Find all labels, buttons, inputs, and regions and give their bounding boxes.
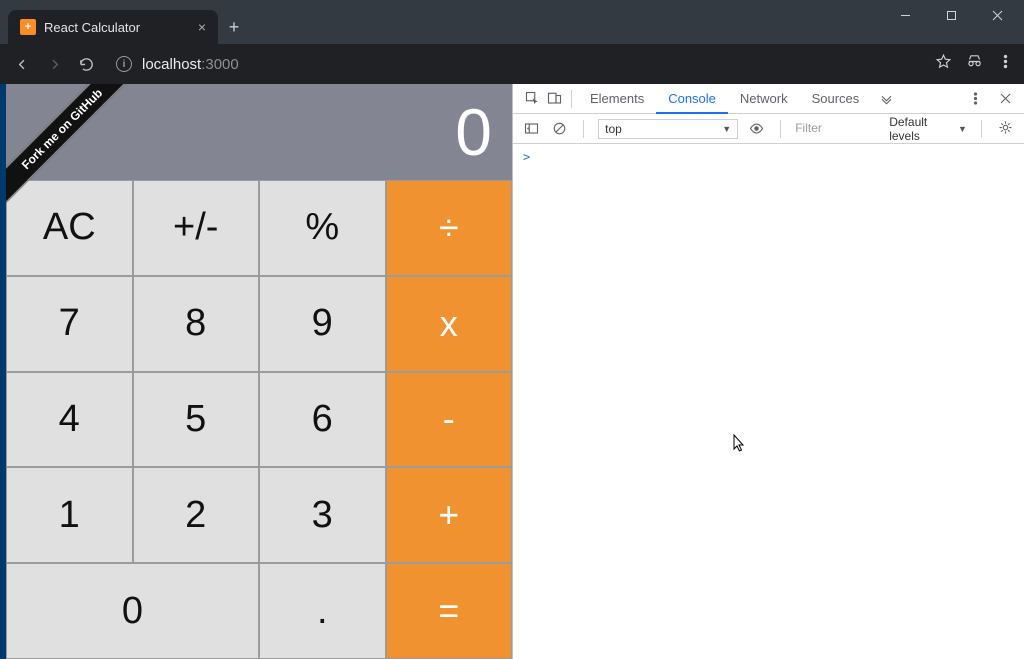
inspect-element-icon[interactable] <box>521 84 543 114</box>
devtools-tab-elements[interactable]: Elements <box>578 84 656 114</box>
log-levels-selector[interactable]: Default levels ▼ <box>889 115 967 143</box>
tab-favicon: + <box>20 19 36 35</box>
devtools-tab-console[interactable]: Console <box>656 84 728 114</box>
tab-strip: + React Calculator × + <box>0 0 1024 44</box>
context-selected-label: top <box>605 122 622 136</box>
dropdown-triangle-icon: ▼ <box>958 124 967 134</box>
browser-menu-icon[interactable] <box>997 53 1014 75</box>
window-close-button[interactable] <box>974 0 1020 30</box>
reload-button[interactable] <box>74 52 98 76</box>
close-tab-icon[interactable]: × <box>198 19 206 35</box>
page-viewport: Fork me on GitHub 0 AC +/- % ÷ 7 8 9 x <box>0 84 512 659</box>
url-port: :3000 <box>201 56 239 73</box>
console-sidebar-toggle-icon[interactable] <box>521 114 541 144</box>
key-6[interactable]: 6 <box>259 372 386 468</box>
log-levels-label: Default levels <box>889 115 954 143</box>
key-subtract[interactable]: - <box>386 372 513 468</box>
url-host: localhost <box>142 56 201 73</box>
dropdown-triangle-icon: ▼ <box>722 124 731 134</box>
key-equals[interactable]: = <box>386 563 513 659</box>
key-decimal[interactable]: . <box>259 563 386 659</box>
bookmark-star-icon[interactable] <box>935 53 952 75</box>
back-button[interactable] <box>10 52 34 76</box>
window-minimize-button[interactable] <box>882 0 928 30</box>
key-4[interactable]: 4 <box>6 372 133 468</box>
key-add[interactable]: + <box>386 467 513 563</box>
calculator-app: Fork me on GitHub 0 AC +/- % ÷ 7 8 9 x <box>6 84 512 659</box>
device-toolbar-icon[interactable] <box>543 84 565 114</box>
browser-tab[interactable]: + React Calculator × <box>8 10 218 44</box>
console-settings-icon[interactable] <box>996 120 1016 138</box>
key-multiply[interactable]: x <box>386 276 513 372</box>
window-maximize-button[interactable] <box>928 0 974 30</box>
key-7[interactable]: 7 <box>6 276 133 372</box>
key-5[interactable]: 5 <box>133 372 260 468</box>
key-8[interactable]: 8 <box>133 276 260 372</box>
tab-title: React Calculator <box>44 20 140 35</box>
key-0[interactable]: 0 <box>6 563 259 659</box>
devtools-tab-sources[interactable]: Sources <box>800 84 872 114</box>
key-ac[interactable]: AC <box>6 180 133 276</box>
key-percent[interactable]: % <box>259 180 386 276</box>
console-prompt-icon: > <box>523 150 530 164</box>
devtools-tab-network[interactable]: Network <box>728 84 800 114</box>
key-1[interactable]: 1 <box>6 467 133 563</box>
live-expression-icon[interactable] <box>746 114 766 144</box>
mouse-cursor-icon <box>733 434 747 457</box>
key-3[interactable]: 3 <box>259 467 386 563</box>
key-sign[interactable]: +/- <box>133 180 260 276</box>
key-2[interactable]: 2 <box>133 467 260 563</box>
key-divide[interactable]: ÷ <box>386 180 513 276</box>
clear-console-icon[interactable] <box>549 114 569 144</box>
forward-button[interactable] <box>42 52 66 76</box>
key-9[interactable]: 9 <box>259 276 386 372</box>
devtools-menu-icon[interactable] <box>964 84 986 114</box>
devtools-panel: Elements Console Network Sources <box>512 84 1024 659</box>
context-selector[interactable]: top ▼ <box>598 119 738 139</box>
incognito-icon[interactable] <box>966 53 983 75</box>
console-toolbar: top ▼ Default levels ▼ <box>513 114 1024 144</box>
console-body[interactable]: > <box>513 144 1024 659</box>
toolbar: i localhost:3000 <box>0 44 1024 84</box>
address-bar[interactable]: i localhost:3000 <box>106 49 921 79</box>
devtools-close-icon[interactable] <box>994 84 1016 114</box>
devtools-tabbar: Elements Console Network Sources <box>513 84 1024 114</box>
site-info-icon[interactable]: i <box>116 56 132 72</box>
new-tab-button[interactable]: + <box>218 10 250 44</box>
devtools-more-tabs-icon[interactable] <box>875 84 897 114</box>
console-filter-input[interactable] <box>795 119 875 138</box>
